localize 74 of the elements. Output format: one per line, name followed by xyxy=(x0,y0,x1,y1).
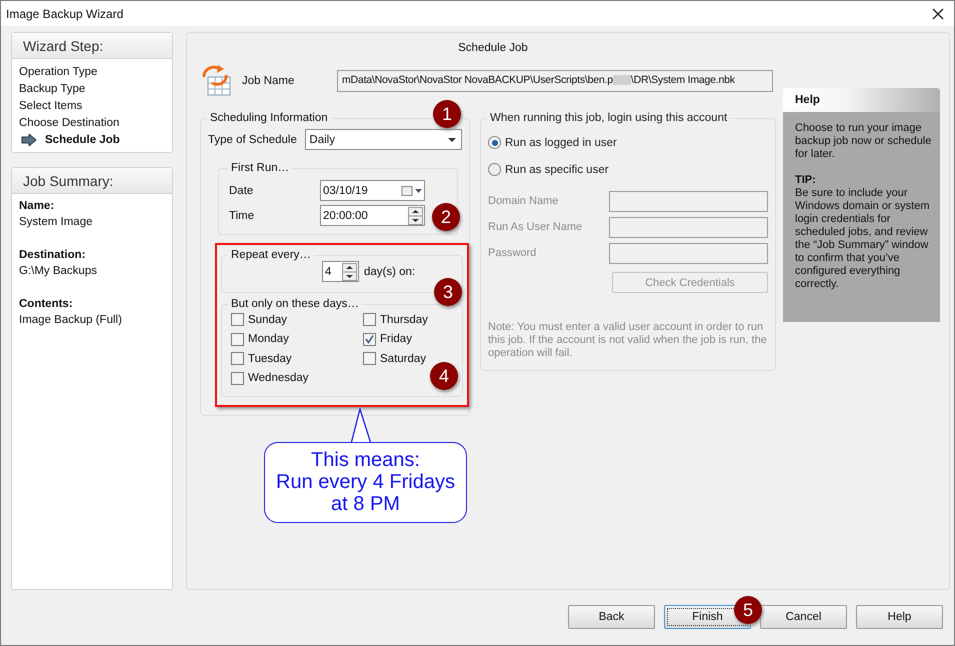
checkbox-label[interactable]: Sunday xyxy=(248,314,288,326)
tip-title: TIP: xyxy=(795,174,817,187)
summary-label: Destination: xyxy=(19,248,86,263)
window-title: Image Backup Wizard xyxy=(6,6,124,20)
calendar-dropdown-icon[interactable] xyxy=(401,186,423,196)
checkbox[interactable] xyxy=(363,313,376,326)
checkbox[interactable] xyxy=(231,313,244,326)
field-label: Date xyxy=(229,184,254,196)
input-field[interactable] xyxy=(609,216,768,238)
checkbox-label[interactable]: Tuesday xyxy=(248,352,292,365)
group-title: But only on these days… xyxy=(230,298,360,310)
checkbox-label[interactable]: Friday xyxy=(380,333,412,346)
summary-value: System Image xyxy=(19,215,94,230)
wizard-step[interactable]: Select Items xyxy=(19,100,82,112)
wizard-step[interactable]: Choose Destination xyxy=(19,116,120,128)
radio-label[interactable]: Run as logged in user xyxy=(505,136,617,148)
group-title: When running this job, login using this account xyxy=(489,112,728,124)
number-badge: 4 xyxy=(430,362,458,390)
wizard-step[interactable]: Backup Type xyxy=(19,82,86,94)
field-label: Run As User Name xyxy=(488,221,582,233)
radio-button[interactable] xyxy=(488,136,501,149)
input-field[interactable] xyxy=(609,242,768,264)
dropdown-arrow-icon xyxy=(448,138,456,142)
schedule-type-dropdown[interactable]: Daily xyxy=(305,129,462,150)
field-label: Type of Schedule xyxy=(208,134,298,146)
callout-bubble: This means: Run every 4 Fridays at 8 PM xyxy=(264,442,467,523)
page-title: Schedule Job xyxy=(458,42,528,54)
checkbox[interactable] xyxy=(231,372,244,385)
job-name-label: Job Name xyxy=(242,75,296,87)
dialog-button[interactable]: Help xyxy=(856,605,943,629)
radio-label[interactable]: Run as specific user xyxy=(505,164,609,176)
spinner-icon[interactable] xyxy=(408,206,423,224)
input-field[interactable] xyxy=(609,190,768,212)
time-field[interactable]: 20:00:00 xyxy=(320,205,425,226)
field-label: Time xyxy=(229,210,256,222)
help-text: Choose to run your image backup job now or schedule for later. xyxy=(795,122,932,161)
checkbox[interactable] xyxy=(231,332,244,346)
number-badge: 2 xyxy=(432,203,460,231)
note-text: Note: You must enter a valid user account in order to run this job. If the account is not valid when the job is run, the operation will fail. xyxy=(488,321,768,360)
callout-pointer xyxy=(349,408,373,444)
summary-label: Name: xyxy=(19,199,56,214)
number-badge: 1 xyxy=(433,100,461,128)
dialog-button[interactable]: Back xyxy=(568,605,655,629)
spinner-icon[interactable] xyxy=(342,262,357,280)
panel-title: Wizard Step: xyxy=(23,38,104,54)
number-badge: 3 xyxy=(434,278,462,306)
close-icon[interactable] xyxy=(932,8,944,20)
checkbox[interactable] xyxy=(363,352,376,366)
panel-title: Job Summary: xyxy=(23,172,114,188)
wizard-step[interactable]: Schedule Job xyxy=(45,134,120,146)
group-title: First Run… xyxy=(230,162,290,174)
radio-button[interactable] xyxy=(488,163,501,176)
repeat-count-field[interactable]: 4 xyxy=(322,261,359,282)
tip-text: Be sure to include your Windows domain or system login credentials for scheduled jobs, and review the “Job Summary” window to confirm that you’ve configured everything correctly. xyxy=(795,187,930,291)
repeat-unit-label: day(s) on: xyxy=(364,266,416,278)
checkbox-label[interactable]: Thursday xyxy=(380,314,428,326)
date-field[interactable]: 03/10/19 xyxy=(320,180,425,201)
wizard-step[interactable]: Operation Type xyxy=(19,66,98,78)
summary-value: Image Backup (Full) xyxy=(19,313,123,328)
summary-value: G:\My Backups xyxy=(19,264,98,279)
field-label: Domain Name xyxy=(488,195,558,207)
number-badge: 5 xyxy=(734,596,762,624)
field-label: Password xyxy=(488,247,536,259)
dialog-button[interactable]: Cancel xyxy=(760,605,847,629)
checkbox[interactable] xyxy=(231,352,244,366)
checkbox-label[interactable]: Monday xyxy=(248,333,289,346)
group-title: Scheduling Information xyxy=(209,112,329,124)
group-title: Repeat every… xyxy=(230,249,312,261)
checkbox-label[interactable]: Saturday xyxy=(380,352,426,365)
summary-label: Contents: xyxy=(19,297,74,312)
job-name-field[interactable]: mData\NovaStor\NovaStor NovaBACKUP\UserScripts\ben.p \DR\System Image.nbk xyxy=(337,70,773,92)
checkbox-label[interactable]: Wednesday xyxy=(248,372,309,384)
checkbox[interactable] xyxy=(363,332,376,346)
help-title: Help xyxy=(795,94,820,106)
